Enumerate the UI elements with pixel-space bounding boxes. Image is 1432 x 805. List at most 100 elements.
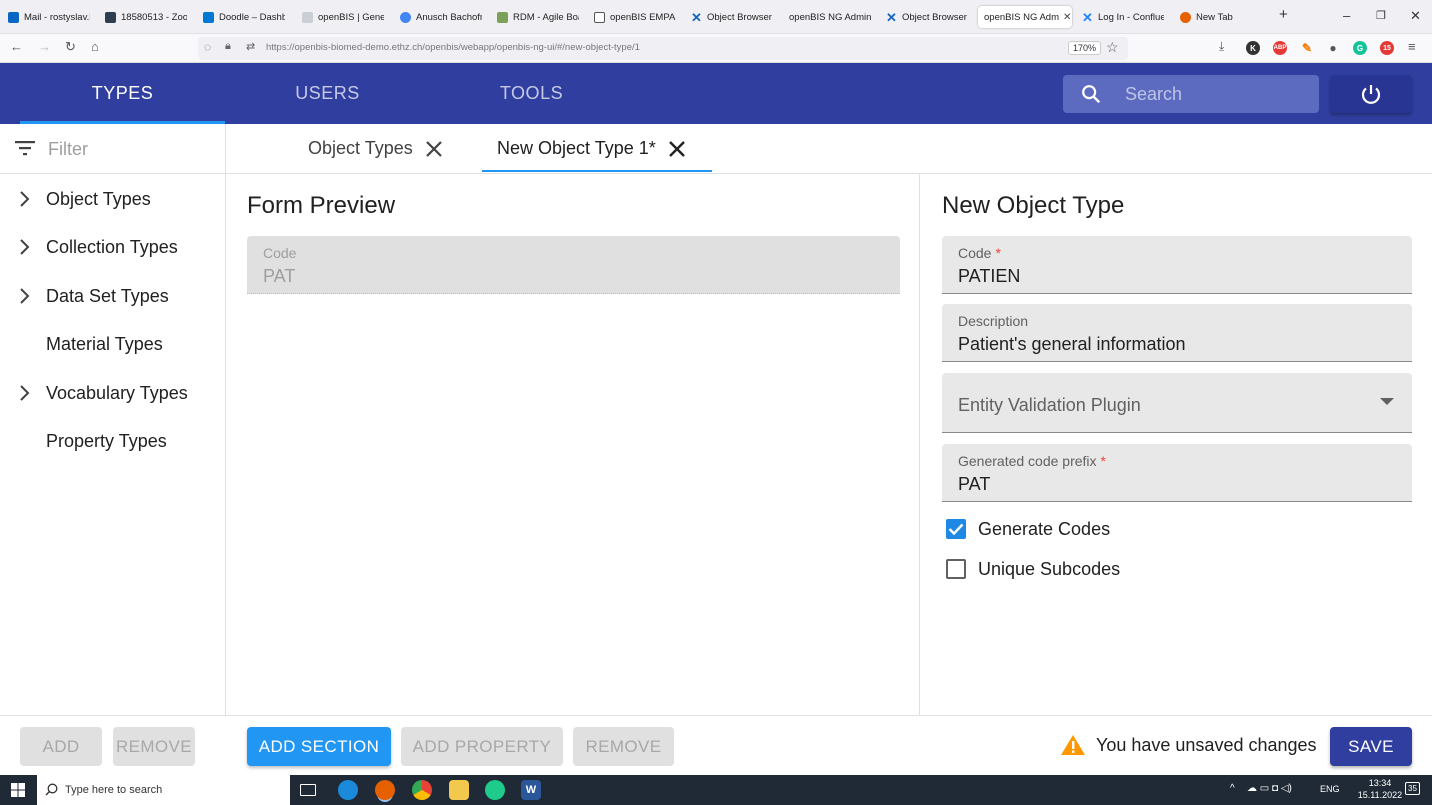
sidebar-item-label: Vocabulary Types [46,382,188,403]
browser-tab[interactable]: 18580513 - Zoom [105,6,187,28]
search-box[interactable] [1063,75,1319,113]
chevron-right-icon[interactable] [18,238,32,256]
add-property-button[interactable]: ADD PROPERTY [401,727,563,766]
close-window-icon[interactable]: ✕ [1410,8,1421,24]
language-indicator[interactable]: ENG [1320,784,1340,794]
firefox-icon[interactable] [375,780,395,800]
download-icon[interactable]: ⤓ [1219,39,1224,54]
required-asterisk: * [995,245,1001,261]
chrome-icon[interactable] [412,780,432,800]
home-icon[interactable]: ⌂ [91,39,99,54]
sidebar-item-collection-types[interactable]: Collection Types [0,223,225,271]
power-icon [1361,85,1381,104]
windows-start-icon[interactable] [11,783,25,797]
close-icon[interactable] [425,140,443,158]
clock[interactable]: 13:34 15.11.2022 [1356,778,1404,800]
browser-nav-bar: ← → ↻ ⌂ ◌ 🔒︎ ⇄ https://openbis-biomed-de… [0,34,1432,63]
browser-tab[interactable]: Mail - rostyslav.k [8,6,90,28]
search-icon [45,783,58,796]
browser-tab[interactable]: ✕ Log In - Conflue [1082,6,1164,28]
sidebar-item-label: Data Set Types [46,285,169,306]
taskbar-search[interactable]: Type here to search [37,775,290,805]
field-value: PATIEN [958,266,1021,286]
generated-code-prefix-field[interactable]: Generated code prefix * PAT [942,444,1412,502]
field-value: PAT [263,266,296,286]
browser-tab[interactable]: ✕ Object Browser [886,6,968,28]
pencil-extension-icon[interactable]: ✎ [1300,41,1314,55]
notifications-icon[interactable]: 35 [1405,782,1420,795]
save-button[interactable]: SAVE [1330,727,1412,766]
chevron-right-icon[interactable] [18,190,32,208]
zoom-level[interactable]: 170% [1068,41,1102,55]
bookmark-star-icon[interactable]: ☆ [1106,39,1119,56]
browser-tab[interactable]: New Tab [1180,6,1240,28]
parameters-title: New Object Type [942,192,1125,219]
cross-logo-icon: ✕ [691,9,702,25]
new-tab-icon[interactable]: + [1279,6,1288,23]
minimize-icon[interactable]: – [1343,8,1350,23]
browser-tab[interactable]: openBIS | Genera [302,6,384,28]
logout-button[interactable] [1330,75,1412,113]
word-icon[interactable]: W [521,780,541,800]
chevron-right-icon[interactable] [18,384,32,402]
filter-input[interactable] [48,136,208,162]
sidebar-item-object-types[interactable]: Object Types [0,175,225,223]
extension-badge-icon[interactable]: 15 [1380,41,1394,55]
adblock-icon[interactable]: ABP [1273,41,1287,55]
sidebar-item-vocabulary-types[interactable]: Vocabulary Types [0,369,225,417]
edge-icon[interactable] [338,780,358,800]
checkbox-unchecked-icon[interactable] [946,559,966,579]
close-tab-icon[interactable]: ✕ [1063,12,1071,23]
browser-tab-active[interactable]: openBIS NG Adm ✕ [978,6,1072,28]
form-preview-title: Form Preview [247,192,396,219]
chevron-right-icon[interactable] [18,287,32,305]
add-section-button[interactable]: ADD SECTION [247,727,391,766]
tab-users[interactable]: USERS [225,63,430,124]
browser-tab[interactable]: Anusch Bachofn [400,6,482,28]
generate-codes-checkbox[interactable]: Generate Codes [946,517,1110,541]
tab-types[interactable]: TYPES [20,63,225,124]
select-placeholder: Entity Validation Plugin [958,395,1141,415]
address-bar[interactable]: ◌ 🔒︎ ⇄ https://openbis-biomed-demo.ethz.… [198,37,1128,60]
sidebar-item-data-set-types[interactable]: Data Set Types [0,272,225,320]
browser-tab[interactable]: Doodle – Dashbo [203,6,285,28]
document-tabs: Object Types New Object Type 1* [226,124,1432,174]
tray-icons[interactable]: ☁ ▭ ◘ ◁) [1247,783,1292,794]
sync-app-icon[interactable] [485,780,505,800]
field-value: PAT [958,474,991,494]
file-explorer-icon[interactable] [449,780,469,800]
back-icon[interactable]: ← [10,39,23,54]
browser-tab[interactable]: openBIS EMPA A [594,6,676,28]
preview-code-field[interactable]: Code PAT [247,236,900,294]
tab-tools[interactable]: TOOLS [429,63,634,124]
validation-plugin-select[interactable]: Entity Validation Plugin [942,373,1412,433]
browser-tab[interactable]: openBIS NG Admin [789,6,871,28]
forward-icon[interactable]: → [38,39,51,54]
tab-object-types[interactable]: Object Types [308,124,443,173]
code-field[interactable]: Code * PATIEN [942,236,1412,294]
browser-tab[interactable]: RDM - Agile Boa [497,6,579,28]
remove-button[interactable]: REMOVE [573,727,674,766]
reload-icon[interactable]: ↻ [65,39,76,55]
sidebar-item-property-types[interactable]: Property Types [0,417,225,465]
tray-expand-icon[interactable]: ^ [1230,783,1235,794]
sidebar-item-material-types[interactable]: Material Types [0,320,225,368]
unique-subcodes-checkbox[interactable]: Unique Subcodes [946,557,1120,581]
checkbox-checked-icon[interactable] [946,519,966,539]
remove-type-button[interactable]: REMOVE [113,727,195,766]
tab-new-object-type[interactable]: New Object Type 1* [497,124,686,173]
lightbulb-icon[interactable]: ● [1326,41,1340,55]
task-view-icon[interactable] [300,784,316,796]
browser-tab[interactable]: ✕ Object Browser [691,6,773,28]
description-field[interactable]: Description Patient's general informatio… [942,304,1412,362]
field-label: Code * [958,245,1001,261]
add-button[interactable]: ADD [20,727,102,766]
close-icon[interactable] [668,140,686,158]
search-input[interactable] [1125,75,1310,113]
extension-k-icon[interactable]: K [1246,41,1260,55]
url-text: https://openbis-biomed-demo.ethz.ch/open… [266,42,640,53]
menu-icon[interactable]: ≡ [1408,39,1416,54]
dropdown-arrow-icon[interactable] [1380,398,1394,406]
grammarly-icon[interactable]: G [1353,41,1367,55]
restore-icon[interactable]: ❐ [1376,9,1386,22]
